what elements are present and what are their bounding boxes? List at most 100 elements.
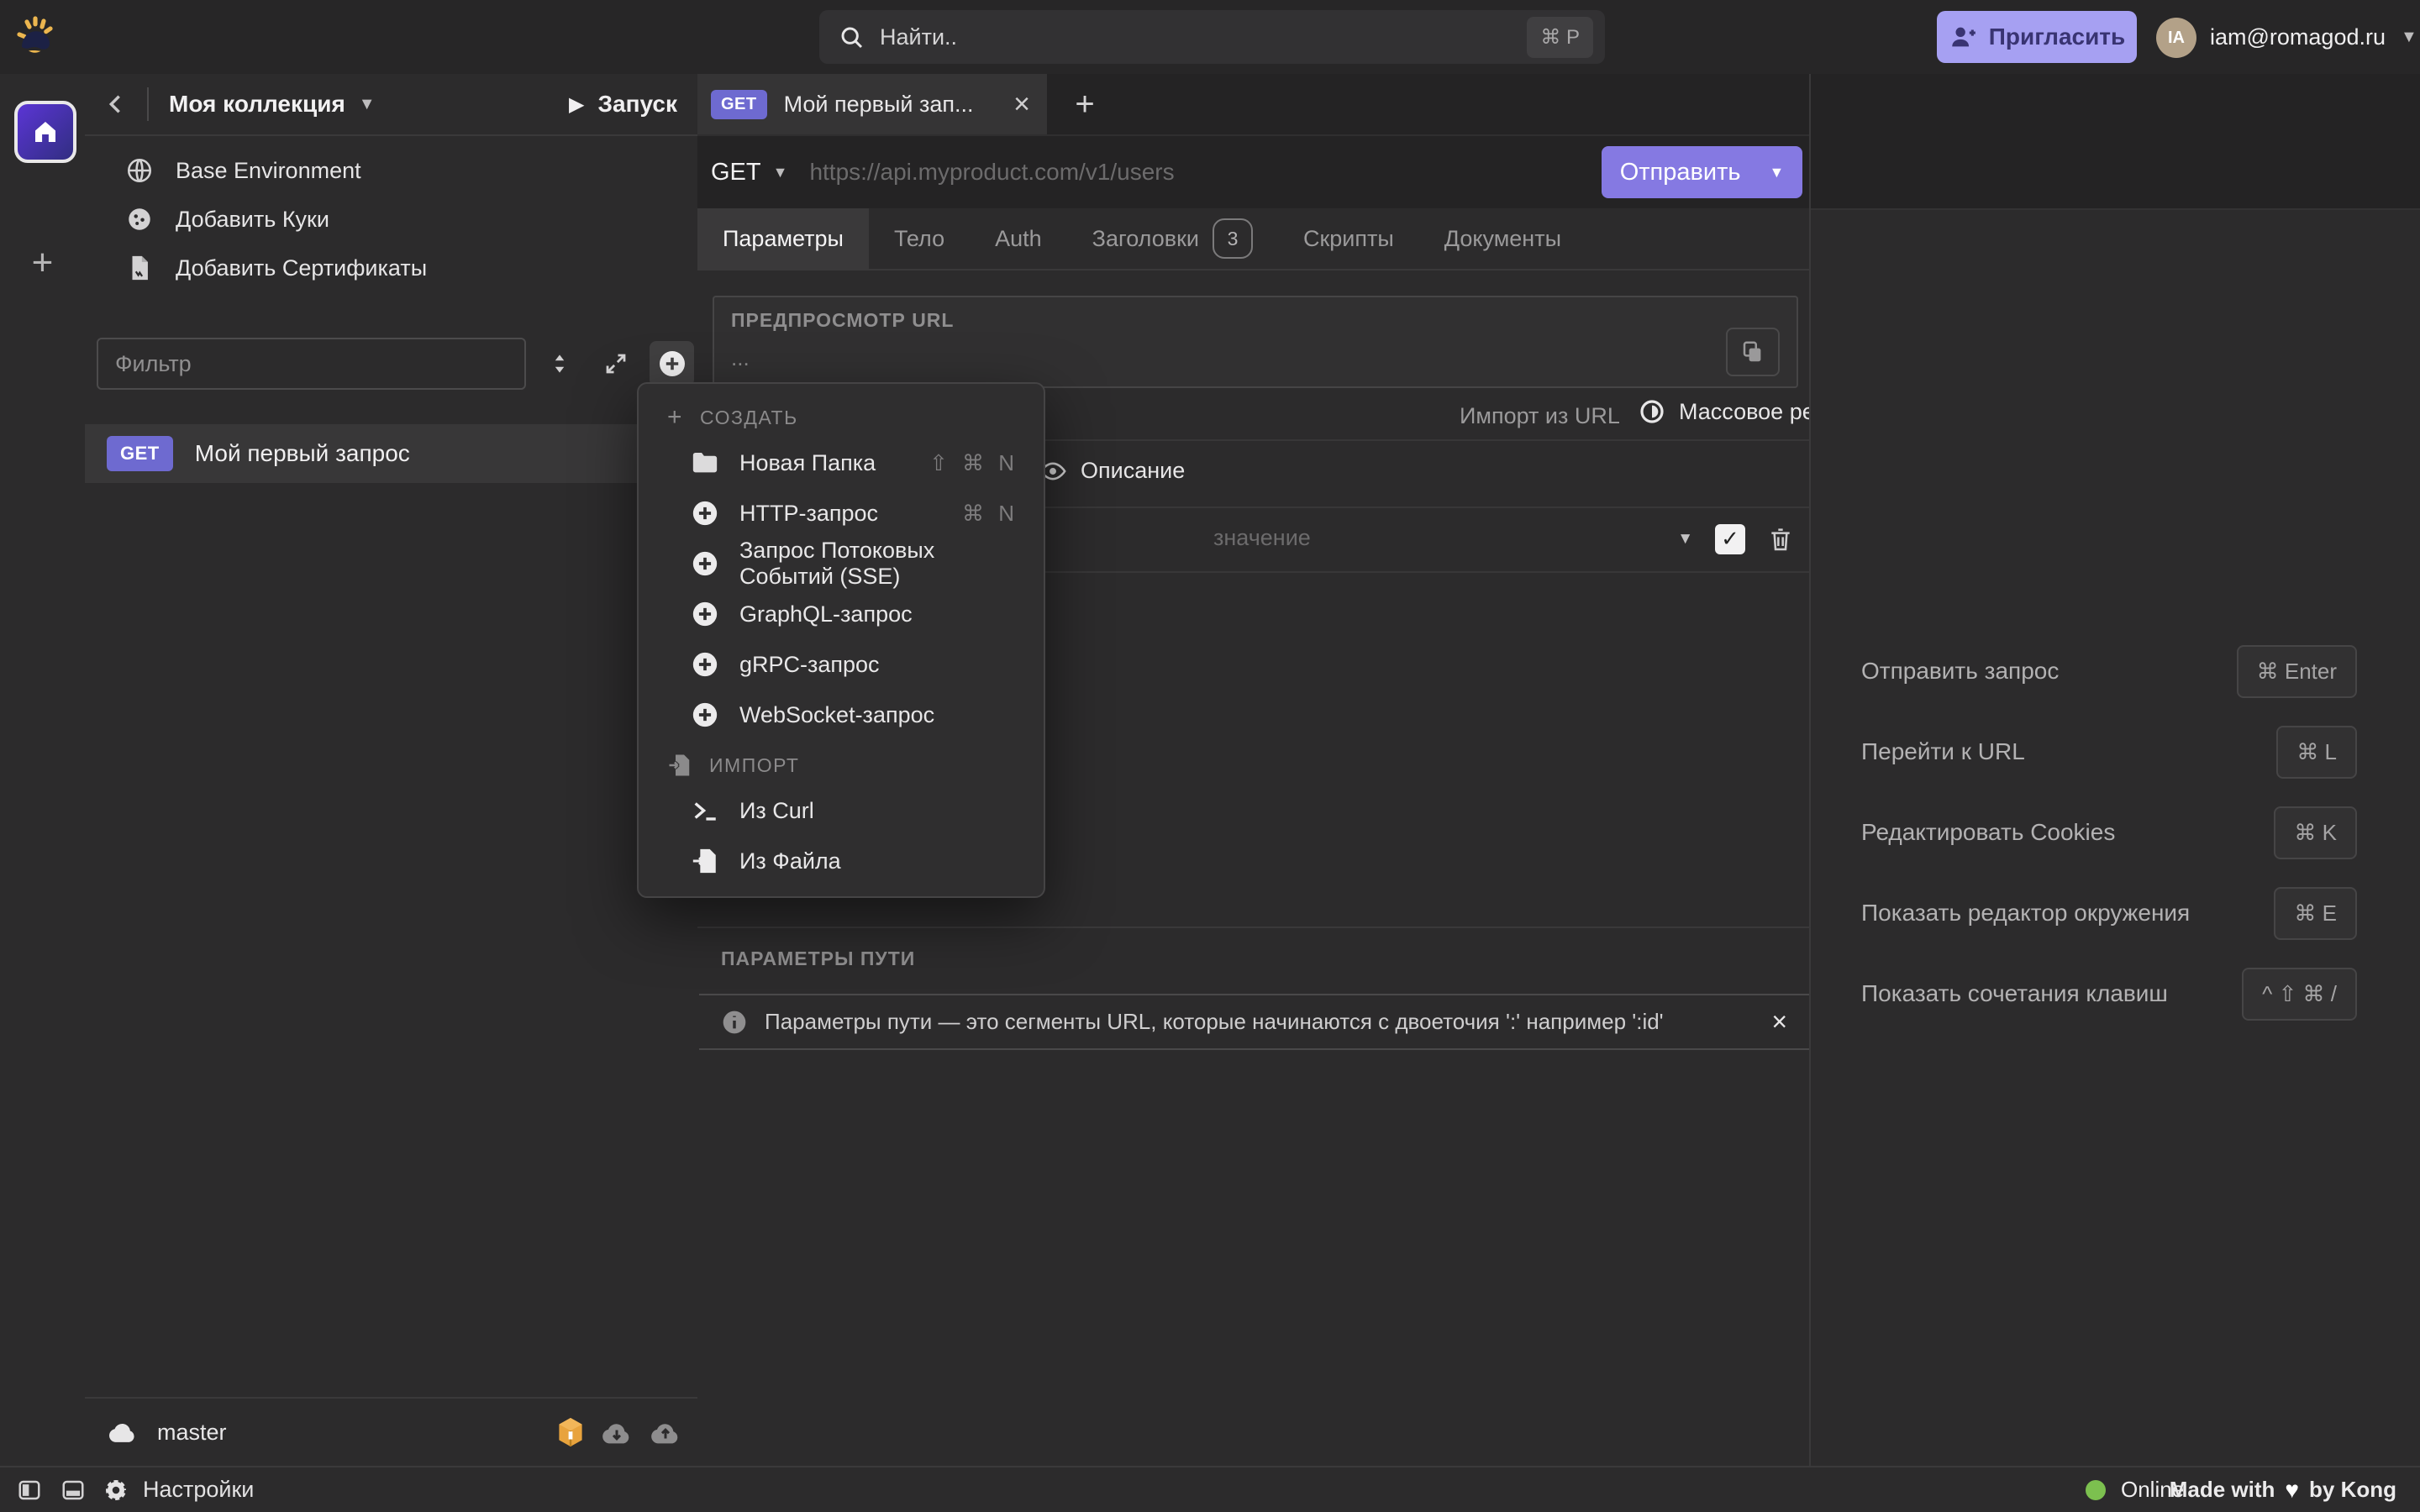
path-params-header: ПАРАМЕТРЫ ПУТИ	[721, 948, 915, 970]
environment-list: Base Environment Добавить Куки	[85, 146, 697, 292]
shortcut-label: Показать редактор окружения	[1861, 900, 2190, 927]
settings-label: Настройки	[143, 1477, 254, 1503]
url-input[interactable]	[808, 158, 1588, 186]
menu-item-sse-request[interactable]: Запрос Потоковых Событий (SSE)	[639, 538, 1044, 589]
plus-circle-icon	[691, 600, 719, 628]
param-enabled-checkbox[interactable]: ✓	[1715, 524, 1745, 554]
tab-body[interactable]: Тело	[869, 208, 970, 269]
heart-icon: ♥	[2285, 1477, 2299, 1504]
global-search[interactable]: ⌘ P	[819, 10, 1605, 64]
made-with-kong: Made with ♥ by Kong	[2170, 1467, 2396, 1512]
menu-item-grpc-request[interactable]: gRPC-запрос	[639, 639, 1044, 690]
chevron-down-icon[interactable]: ▼	[773, 164, 788, 181]
top-bar: ⌘ P Пригласить IA iam@romagod.ru ▼	[0, 0, 2420, 76]
folder-icon	[691, 449, 719, 477]
create-section-header: + СОЗДАТЬ	[639, 397, 1044, 438]
trash-icon[interactable]	[1767, 526, 1794, 553]
request-tab[interactable]: GET Мой первый зап... ×	[697, 74, 1047, 134]
home-icon	[30, 117, 60, 147]
divider	[697, 927, 1809, 928]
sidebar-item-base-environment[interactable]: Base Environment	[85, 146, 697, 195]
globe-icon	[125, 156, 154, 185]
shortcut-label: Отправить запрос	[1861, 658, 2059, 685]
cookie-icon	[125, 205, 154, 234]
url-preview-panel: ПРЕДПРОСМОТР URL ...	[713, 296, 1798, 388]
send-button[interactable]: Отправить ▼	[1602, 146, 1802, 198]
plus-circle-icon	[691, 650, 719, 679]
new-tab-button[interactable]: +	[1047, 74, 1123, 134]
request-list-item[interactable]: GET Мой первый запрос	[85, 424, 697, 483]
headers-count-badge: 3	[1213, 218, 1253, 259]
tab-docs[interactable]: Документы	[1419, 208, 1586, 269]
menu-item-graphql-request[interactable]: GraphQL-запрос	[639, 589, 1044, 639]
response-pane: Отправить запрос ⌘ Enter Перейти к URL ⌘…	[1809, 74, 2420, 1466]
toggle-bottom-panel-icon[interactable]	[60, 1478, 86, 1503]
chevron-down-icon: ▼	[2401, 28, 2417, 47]
tab-scripts[interactable]: Скрипты	[1278, 208, 1419, 269]
search-input[interactable]	[878, 24, 1513, 51]
shortcut-row: Показать сочетания клавиш ^ ⇧ ⌘ /	[1861, 953, 2357, 1034]
url-bar: GET ▼ Отправить ▼	[697, 134, 1809, 208]
home-button[interactable]	[14, 101, 76, 163]
back-button[interactable]	[103, 91, 130, 118]
terminal-icon	[691, 796, 719, 825]
collection-name[interactable]: Моя коллекция	[169, 91, 345, 118]
gear-icon	[103, 1477, 129, 1504]
search-shortcut-badge: ⌘ P	[1527, 17, 1593, 58]
close-icon[interactable]: ×	[1013, 90, 1030, 118]
method-badge: GET	[711, 90, 767, 119]
menu-item-websocket-request[interactable]: WebSocket-запрос	[639, 690, 1044, 740]
invite-button[interactable]: Пригласить	[1937, 11, 2137, 63]
row-options-icon[interactable]: ▼	[1677, 530, 1693, 549]
cloud-pull-icon[interactable]	[600, 1418, 634, 1446]
sidebar-item-certificates[interactable]: Добавить Сертификаты	[85, 244, 697, 292]
avatar[interactable]: IA	[2156, 18, 2196, 58]
menu-item-new-folder[interactable]: Новая Папка ⇧ ⌘ N	[639, 438, 1044, 488]
run-collection-button[interactable]: ▶ Запуск	[569, 91, 677, 118]
sidebar-item-cookies[interactable]: Добавить Куки	[85, 195, 697, 244]
copy-url-button[interactable]	[1726, 328, 1780, 376]
tab-headers[interactable]: Заголовки 3	[1067, 208, 1278, 269]
method-selector[interactable]: GET	[711, 159, 761, 186]
send-options-icon[interactable]: ▼	[1769, 164, 1784, 181]
sort-icon[interactable]	[538, 341, 582, 386]
person-plus-icon	[1949, 23, 1977, 51]
toggle-sidebar-icon[interactable]	[17, 1478, 42, 1503]
left-rail: +	[0, 74, 87, 1466]
divider	[147, 87, 149, 121]
tab-title: Мой первый зап...	[784, 92, 974, 118]
file-import-icon	[667, 753, 692, 778]
new-project-button[interactable]: +	[0, 242, 85, 284]
account-menu[interactable]: iam@romagod.ru ▼	[2210, 0, 2417, 74]
menu-item-http-request[interactable]: HTTP-запрос ⌘ N	[639, 488, 1044, 538]
expand-icon[interactable]	[594, 341, 639, 386]
plus-icon: +	[667, 403, 683, 432]
import-section-header: ИМПОРТ	[639, 745, 1044, 785]
shortcut-row: Отправить запрос ⌘ Enter	[1861, 631, 2357, 711]
insomnia-logo-icon	[13, 12, 60, 62]
tab-auth[interactable]: Auth	[970, 208, 1067, 269]
certificate-icon	[125, 254, 154, 282]
cloud-icon	[107, 1420, 139, 1445]
menu-item-import-file[interactable]: Из Файла	[639, 836, 1044, 886]
chevron-down-icon[interactable]: ▼	[359, 95, 376, 114]
description-toggle[interactable]: Описание	[1039, 458, 1185, 484]
menu-item-import-curl[interactable]: Из Curl	[639, 785, 1044, 836]
tab-params[interactable]: Параметры	[697, 208, 869, 269]
settings-button[interactable]: Настройки	[103, 1467, 254, 1512]
shortcut-hint: ⇧ ⌘ N	[929, 450, 1018, 476]
close-icon[interactable]: ×	[1771, 1006, 1787, 1037]
create-request-button[interactable]	[650, 341, 694, 386]
shortcuts-list: Отправить запрос ⌘ Enter Перейти к URL ⌘…	[1861, 631, 2357, 1034]
value-placeholder[interactable]: значение	[1213, 525, 1311, 551]
branch-name[interactable]: master	[157, 1420, 227, 1446]
cloud-push-icon[interactable]	[649, 1418, 682, 1446]
import-from-url-button[interactable]: Импорт из URL	[1460, 403, 1620, 429]
filter-input[interactable]	[97, 338, 526, 390]
shortcut-keys: ⌘ E	[2274, 887, 2357, 940]
url-preview-value: ...	[731, 345, 1780, 371]
git-branch-row: master	[85, 1397, 697, 1466]
insomnia-sync-icon[interactable]	[556, 1416, 585, 1448]
sidebar-filter-row	[85, 331, 697, 396]
search-icon	[838, 24, 865, 50]
